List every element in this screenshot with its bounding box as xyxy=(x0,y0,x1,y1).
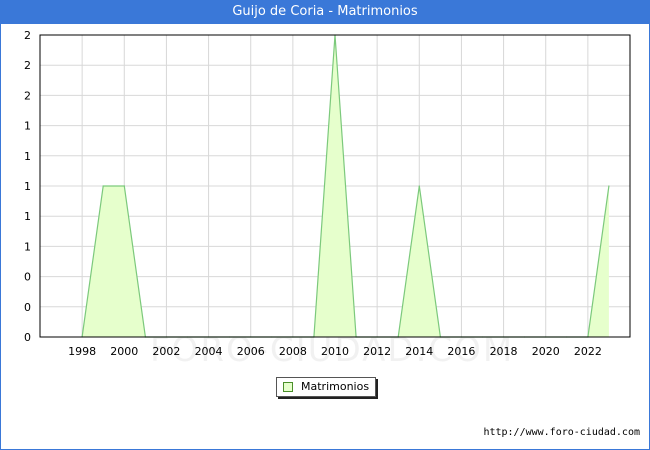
x-tick-label: 2012 xyxy=(363,345,391,358)
y-tick-label: 1 xyxy=(24,120,31,133)
y-tick-label: 2 xyxy=(24,59,31,72)
x-tick-label: 2008 xyxy=(279,345,307,358)
y-tick-label: 1 xyxy=(24,210,31,223)
x-tick-label: 2016 xyxy=(447,345,475,358)
x-tick-label: 2022 xyxy=(574,345,602,358)
x-tick-label: 2020 xyxy=(532,345,560,358)
x-tick-label: 2004 xyxy=(195,345,223,358)
y-tick-label: 0 xyxy=(24,301,31,314)
x-tick-label: 2010 xyxy=(321,345,349,358)
data-point xyxy=(418,185,420,187)
y-tick-label: 2 xyxy=(24,29,31,42)
data-point xyxy=(102,185,104,187)
legend-label: Matrimonios xyxy=(301,380,370,393)
x-tick-label: 1998 xyxy=(68,345,96,358)
x-tick-label: 2002 xyxy=(152,345,180,358)
x-tick-label: 2014 xyxy=(405,345,433,358)
legend-swatch xyxy=(283,382,293,392)
y-tick-label: 0 xyxy=(24,271,31,284)
x-tick-label: 2006 xyxy=(237,345,265,358)
y-tick-label: 1 xyxy=(24,150,31,163)
y-tick-label: 1 xyxy=(24,240,31,253)
y-tick-label: 2 xyxy=(24,89,31,102)
source-url[interactable]: http://www.foro-ciudad.com xyxy=(483,427,640,438)
data-point xyxy=(608,185,610,187)
data-point xyxy=(123,185,125,187)
legend: Matrimonios xyxy=(276,377,377,397)
x-tick-label: 2000 xyxy=(110,345,138,358)
x-tick-label: 2018 xyxy=(490,345,518,358)
y-tick-label: 0 xyxy=(24,331,31,344)
y-tick-label: 1 xyxy=(24,180,31,193)
